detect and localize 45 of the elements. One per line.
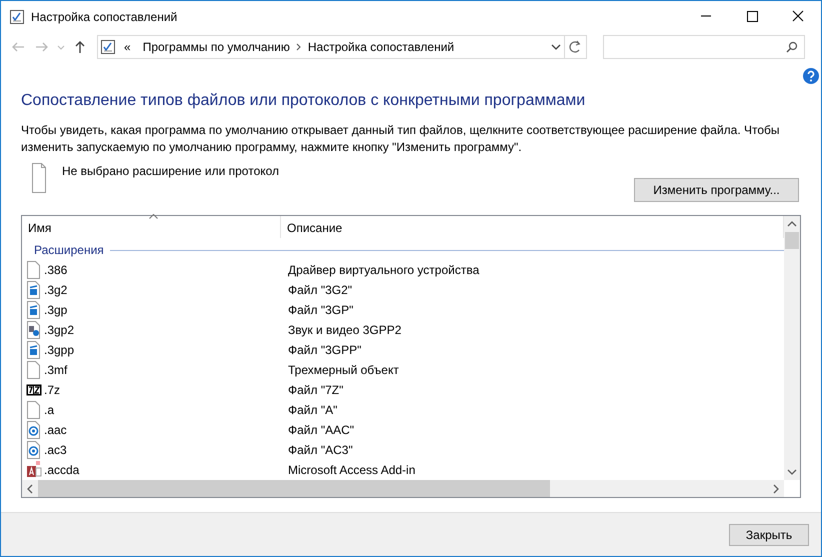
- extension-name[interactable]: .accda: [44, 461, 80, 479]
- scroll-thumb[interactable]: [38, 480, 550, 497]
- scroll-thumb[interactable]: [785, 232, 799, 249]
- maximize-icon[interactable]: [744, 9, 760, 24]
- selection-label: Не выбрано расширение или протокол: [62, 163, 280, 180]
- page-heading: Сопоставление типов файлов или протоколов с конкретными программами: [21, 91, 586, 111]
- window-title: Настройка сопоставлений: [31, 8, 178, 26]
- help-icon[interactable]: [803, 68, 819, 84]
- file-type-description: Файл "3GPP": [287, 342, 362, 359]
- file-type-description: Файл "AAC": [287, 422, 354, 439]
- file-type-description: Трехмерный объект: [287, 362, 399, 379]
- search-field[interactable]: [603, 35, 805, 59]
- file-type-description: Файл "3G2": [287, 282, 352, 299]
- breadcrumb-link[interactable]: Программы по умолчанию: [136, 38, 296, 56]
- extension-name[interactable]: .386: [44, 261, 68, 279]
- search-icon: [786, 41, 798, 53]
- description-text: Чтобы увидеть, какая программа по умолчанию открывает данный тип файлов, щелкните соответствующее расширение файла. Чтобы изменить запускаемую по умолчанию программу, нажмите кнопку "Изменить программу".: [21, 122, 781, 156]
- file-type-description: Драйвер виртуального устройства: [287, 262, 480, 279]
- extension-name[interactable]: .3g2: [44, 281, 68, 299]
- extension-name[interactable]: .7z: [44, 381, 60, 399]
- file-type-description: Файл "3GP": [287, 302, 354, 319]
- extension-name[interactable]: .3gpp: [44, 341, 74, 359]
- control-panel-icon: [100, 39, 116, 55]
- address-bar[interactable]: « Программы по умолчанию Настройка сопоставлений: [97, 35, 587, 59]
- file-type-description: Microsoft Access Add-in: [287, 462, 416, 479]
- column-header[interactable]: Имя: [22, 216, 281, 238]
- extension-name[interactable]: .aac: [44, 421, 67, 439]
- overflow-chevron[interactable]: «: [118, 38, 137, 56]
- file-type-description: Файл "AC3": [287, 442, 353, 459]
- extension-name[interactable]: .3mf: [44, 361, 68, 379]
- blank-file-icon: [31, 162, 47, 194]
- file-type-description: Файл "A": [287, 402, 338, 419]
- extension-name[interactable]: .3gp2: [44, 321, 74, 339]
- breadcrumb-link[interactable]: Настройка сопоставлений: [302, 38, 460, 56]
- change-program-button[interactable]: Изменить программу...: [634, 178, 799, 202]
- file-type-description: Файл "7Z": [287, 382, 344, 399]
- close-dialog-button[interactable]: Закрыть: [729, 524, 809, 546]
- control-panel-icon: [9, 8, 25, 24]
- group-header: Расширения: [34, 242, 104, 259]
- chevron-icon: [296, 43, 302, 51]
- extension-name[interactable]: .3gp: [44, 301, 68, 319]
- file-type-description: Звук и видео 3GPP2: [287, 322, 402, 339]
- close-icon[interactable]: [790, 9, 806, 24]
- extension-name[interactable]: .ac3: [44, 441, 67, 459]
- extension-name[interactable]: .a: [44, 401, 54, 419]
